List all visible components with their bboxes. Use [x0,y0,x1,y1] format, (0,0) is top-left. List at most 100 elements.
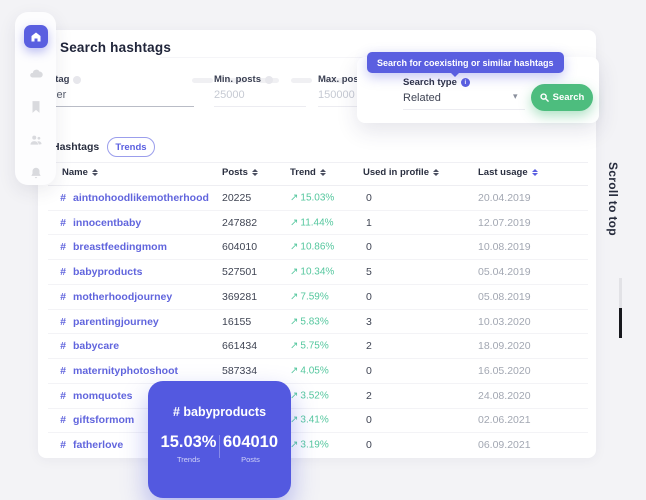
info-icon[interactable]: i [461,78,470,87]
table-row[interactable]: # giftsformom ↗3.41% 0 02.06.2021 [48,409,588,434]
last-usage-cell: 24.08.2020 [478,390,531,402]
last-usage-cell: 16.05.2020 [478,365,531,377]
tab-trends-label: Trends [115,142,146,153]
sort-icon[interactable] [433,169,439,176]
trend-up-arrow-icon: ↗ [290,267,298,278]
table-row[interactable]: # aintnohoodlikemotherhood 20225 ↗15.03%… [48,186,588,211]
preview-posts-value: 604010 [220,433,281,452]
column-header-posts[interactable]: Posts [222,167,258,178]
posts-cell: 604010 [222,241,257,253]
search-icon [540,93,549,102]
column-header-name[interactable]: Name [62,167,98,178]
posts-cell: 16155 [222,316,251,328]
input-underline [45,106,194,107]
used-in-profile-cell: 0 [366,414,372,426]
hash-icon: # [60,365,66,377]
sort-icon[interactable] [320,169,326,176]
posts-cell: 661434 [222,340,257,352]
hashtag-name-link[interactable]: babyproducts [73,266,142,278]
sidebar-item-notifications[interactable] [29,166,43,180]
search-button[interactable]: Search [531,84,593,111]
column-header-trend[interactable]: Trend [290,167,326,178]
used-in-profile-cell: 0 [366,291,372,303]
info-icon[interactable] [73,76,81,84]
table-row[interactable]: # parentingjourney 16155 ↗5.83% 3 10.03.… [48,310,588,335]
table-row[interactable]: # fatherlove ↗3.19% 0 06.09.2021 [48,433,588,457]
hash-icon: # [60,241,66,253]
column-header-used-in-profile[interactable]: Used in profile [363,167,439,178]
scrollbar-thumb[interactable] [619,308,622,338]
sort-icon-active[interactable] [532,169,538,176]
trend-up-arrow-icon: ↗ [290,192,298,203]
table-row[interactable]: # maternityphotoshoot 587334 ↗4.05% 0 16… [48,359,588,384]
posts-cell: 587334 [222,365,257,377]
trend-cell: ↗3.52% [290,390,331,401]
hashtag-name-link[interactable]: parentingjourney [73,316,159,328]
table-row[interactable]: # momquotes ↗3.52% 2 24.08.2020 [48,384,588,409]
cloud-icon [29,67,43,81]
table-row[interactable]: # babyproducts 527501 ↗10.34% 5 05.04.20… [48,260,588,285]
hashtag-name-link[interactable]: breastfeedingmom [73,241,167,253]
tooltip-arrow [450,72,460,77]
last-usage-cell: 02.06.2021 [478,414,531,426]
users-icon [29,133,43,147]
select-underline [403,109,525,110]
chevron-down-icon[interactable]: ▾ [513,91,518,102]
info-icon[interactable] [265,76,273,84]
table-row[interactable]: # babycare 661434 ↗5.75% 2 18.09.2020 [48,334,588,359]
hashtag-field[interactable]: Hashtag mother [32,74,194,107]
table-row[interactable]: # innocentbaby 247882 ↗11.44% 1 12.07.20… [48,211,588,236]
hashtag-name-link[interactable]: momquotes [73,390,133,402]
hashtag-name-link[interactable]: innocentbaby [73,217,141,229]
used-in-profile-cell: 0 [366,439,372,451]
hashtag-name-link[interactable]: aintnohoodlikemotherhood [73,192,209,204]
scroll-to-top-button[interactable]: Scroll to top [606,162,620,244]
sidebar-item-bookmark[interactable] [29,100,43,114]
hash-icon: # [60,316,66,328]
preview-posts-stat: 604010 Posts [220,433,281,464]
table-row[interactable]: # motherhoodjourney 369281 ↗7.59% 0 05.0… [48,285,588,310]
hashtag-preview-card: # babyproducts 15.03% Trends 604010 Post… [148,381,291,498]
tab-hashtags[interactable]: Hashtags [52,141,99,153]
home-icon [30,31,42,43]
hash-icon: # [60,217,66,229]
table-body: # aintnohoodlikemotherhood 20225 ↗15.03%… [48,186,588,457]
used-in-profile-cell: 2 [366,340,372,352]
hashtag-name-link[interactable]: babycare [73,340,119,352]
last-usage-cell: 20.04.2019 [478,192,531,204]
hash-icon: # [60,340,66,352]
menu-placeholder-dash [192,78,213,83]
tab-trends[interactable]: Trends [107,137,155,157]
hashtag-name-link[interactable]: motherhoodjourney [73,291,172,303]
hashtag-input[interactable]: mother [32,89,194,101]
search-type-tooltip: Search for coexisting or similar hashtag… [367,52,564,73]
column-header-last-usage[interactable]: Last usage [478,167,538,178]
trend-cell: ↗3.19% [290,440,331,451]
used-in-profile-cell: 0 [366,192,372,204]
used-in-profile-cell: 2 [366,390,372,402]
trend-up-arrow-icon: ↗ [290,341,298,352]
trend-up-arrow-icon: ↗ [290,242,298,253]
hash-icon: # [60,439,66,451]
last-usage-cell: 10.08.2019 [478,241,531,253]
sidebar-item-cloud[interactable] [29,67,43,81]
hashtag-name-link[interactable]: maternityphotoshoot [73,365,178,377]
sidebar-item-home[interactable] [24,25,48,48]
hashtag-name-link[interactable]: fatherlove [73,439,123,451]
trend-cell: ↗7.59% [290,291,331,302]
table-row[interactable]: # breastfeedingmom 604010 ↗10.86% 0 10.0… [48,235,588,260]
search-type-select[interactable]: Related [403,92,441,104]
min-posts-field[interactable]: Min. posts 25000 [214,74,306,107]
sort-icon[interactable] [92,169,98,176]
search-type-label: Search type i [403,77,470,88]
trend-up-arrow-icon: ↗ [290,316,298,327]
sidebar-item-users[interactable] [29,133,43,147]
sort-icon[interactable] [252,169,258,176]
sidebar [15,12,56,185]
min-posts-input[interactable]: 25000 [214,89,306,101]
trend-up-arrow-icon: ↗ [290,217,298,228]
hashtag-name-link[interactable]: giftsformom [73,414,134,426]
page-title: Search hashtags [60,40,171,55]
posts-cell: 527501 [222,266,257,278]
input-underline [214,106,306,107]
